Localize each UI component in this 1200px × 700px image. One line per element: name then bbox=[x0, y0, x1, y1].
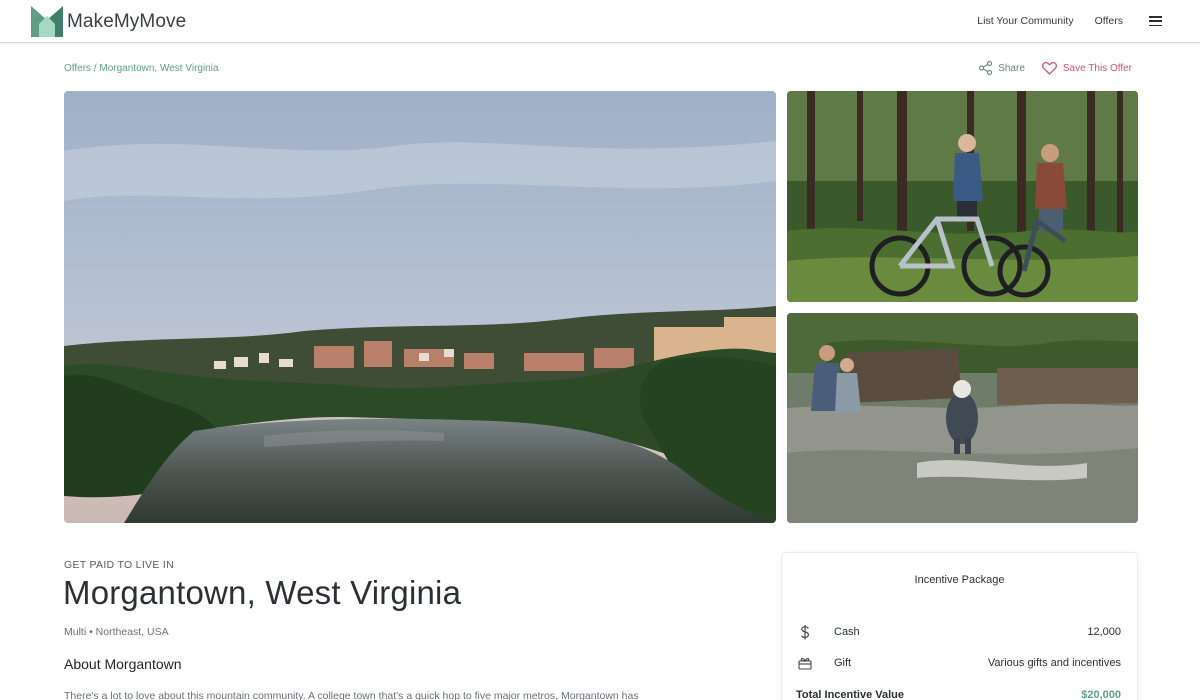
offer-eyebrow: GET PAID TO LIVE IN bbox=[64, 559, 174, 571]
hamburger-menu-icon[interactable] bbox=[1149, 16, 1162, 26]
nav-list-your-community[interactable]: List Your Community bbox=[977, 15, 1073, 27]
main-nav: List Your Community Offers bbox=[956, 0, 1162, 42]
river-town-image bbox=[64, 91, 776, 523]
incentive-total-value: $20,000 bbox=[1081, 689, 1121, 700]
incentive-row-total: Total Incentive Value $20,000 bbox=[796, 687, 1121, 700]
save-offer-button[interactable]: Save This Offer bbox=[1041, 61, 1132, 75]
incentive-card-title: Incentive Package bbox=[914, 574, 1005, 586]
breadcrumb-offers-link[interactable]: Offers bbox=[64, 63, 91, 74]
share-button[interactable]: Share bbox=[979, 61, 1025, 75]
incentive-cash-value: 12,000 bbox=[1087, 626, 1121, 638]
bikers-image bbox=[787, 91, 1138, 302]
incentive-package-card: Incentive Package Cash 12,000 Gift Vario… bbox=[781, 552, 1138, 700]
nav-offers[interactable]: Offers bbox=[1095, 15, 1123, 27]
share-icon bbox=[979, 61, 993, 75]
side-photo-couple-dog[interactable] bbox=[787, 313, 1138, 523]
logo-mark-icon bbox=[31, 6, 63, 37]
breadcrumb: Offers / Morgantown, West Virginia bbox=[64, 63, 219, 74]
incentive-gift-value: Various gifts and incentives bbox=[987, 657, 1121, 669]
brand-logo[interactable]: MakeMyMove bbox=[31, 6, 186, 37]
incentive-total-label: Total Incentive Value bbox=[796, 689, 904, 700]
offer-actions: Share Save This Offer bbox=[979, 61, 1132, 75]
brand-name: MakeMyMove bbox=[67, 10, 187, 32]
gift-icon bbox=[796, 657, 814, 670]
share-label: Share bbox=[998, 62, 1025, 74]
heart-icon bbox=[1041, 61, 1057, 75]
incentive-gift-label: Gift bbox=[834, 657, 852, 669]
offer-title: Morgantown, West Virginia bbox=[63, 574, 462, 611]
about-heading: About Morgantown bbox=[64, 656, 182, 672]
offer-meta: Multi • Northeast, USA bbox=[64, 626, 169, 638]
main-photo-river-town[interactable] bbox=[64, 91, 776, 523]
save-label: Save This Offer bbox=[1062, 62, 1132, 74]
dollar-icon bbox=[796, 624, 814, 640]
incentive-cash-label: Cash bbox=[834, 626, 860, 638]
top-navigation-bar: MakeMyMove List Your Community Offers bbox=[0, 0, 1200, 43]
incentive-row-cash: Cash 12,000 bbox=[796, 624, 1121, 640]
incentive-row-gift: Gift Various gifts and incentives bbox=[796, 655, 1121, 671]
about-text: There's a lot to love about this mountai… bbox=[64, 690, 639, 700]
couple-dog-image bbox=[787, 313, 1138, 523]
side-photo-bikers[interactable] bbox=[787, 91, 1138, 302]
breadcrumb-current[interactable]: Morgantown, West Virginia bbox=[99, 63, 218, 74]
